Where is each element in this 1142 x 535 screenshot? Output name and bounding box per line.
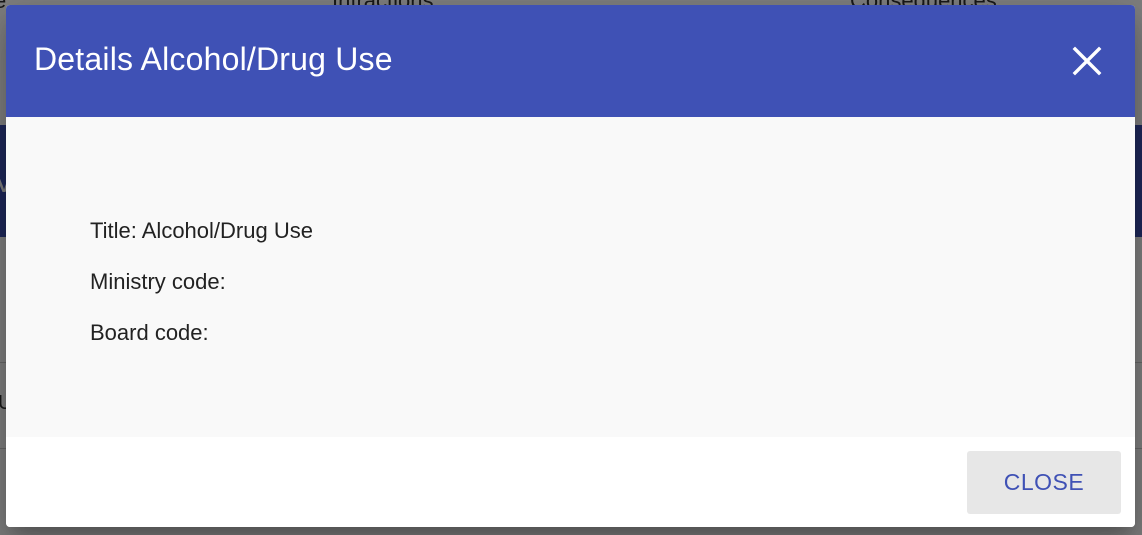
details-dialog: Details Alcohol/Drug Use Title: Alcohol/… (6, 5, 1135, 527)
dialog-header: Details Alcohol/Drug Use (6, 5, 1135, 117)
dialog-body: Title: Alcohol/Drug Use Ministry code: B… (6, 117, 1135, 437)
dialog-title: Details Alcohol/Drug Use (34, 41, 393, 77)
ministry-code-field: Ministry code: (90, 269, 226, 294)
close-button[interactable]: CLOSE (967, 451, 1121, 514)
title-field: Title: Alcohol/Drug Use (90, 218, 313, 243)
close-icon[interactable] (1071, 45, 1103, 77)
dialog-footer: CLOSE (6, 437, 1135, 527)
board-code-field: Board code: (90, 320, 209, 345)
